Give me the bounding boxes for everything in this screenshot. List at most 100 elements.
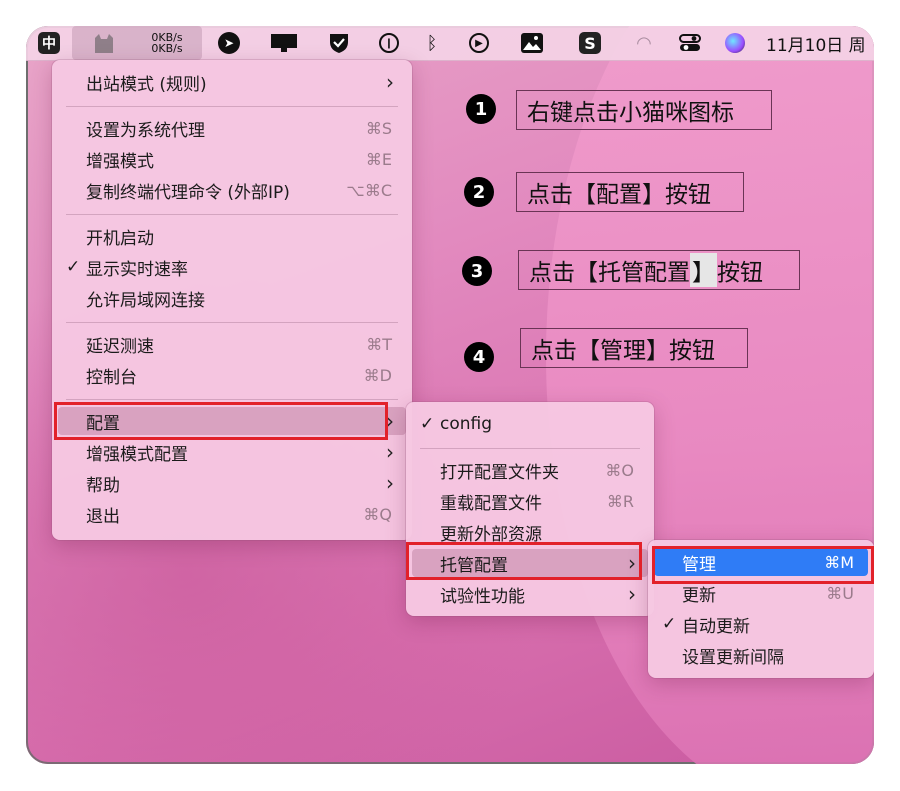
main-menu-separator [66,214,398,215]
main-menu-item[interactable]: 帮助 › [58,469,406,497]
main-menu-separator [66,399,398,400]
bluetooth-icon[interactable]: ᛒ [422,26,442,60]
input-method-label: 中 [38,32,60,54]
onepassword-icon[interactable]: ❙ [376,26,402,60]
main-menu-item[interactable]: 允许局域网连接 [58,284,406,312]
main-menu-item-label: 允许局域网连接 [86,290,205,311]
main-menu-item-label: 控制台 [86,367,137,388]
main-menu-item[interactable]: 增强模式 ⌘E [58,145,406,173]
main-menu-item[interactable]: 控制台 ⌘D [58,361,406,389]
config-menu-item[interactable]: 更新外部资源 [412,518,648,546]
checkmark-icon: ✓ [420,414,435,434]
main-menu-item-label: 延迟测速 [86,336,154,357]
step-3-text: 点击【托管配置 [529,260,690,286]
wifi-icon[interactable]: ◠ [630,26,658,60]
main-menu-item-label: 开机启动 [86,228,154,249]
shield-icon[interactable] [326,26,352,60]
config-menu-item[interactable]: 重载配置文件 ⌘R [412,487,648,515]
menu-bar: 中 0KB/s 0KB/s ➤ ❙ ᛒ ▶ S ◠ 11月10日 周 [26,26,874,61]
photos-icon[interactable] [518,26,546,60]
config-menu-item-label: 打开配置文件夹 [440,462,559,483]
main-menu-item[interactable]: 增强模式配置 › [58,438,406,466]
main-menu-item[interactable]: 出站模式 (规则) › [58,68,406,96]
menubar-clock[interactable]: 11月10日 周 [766,26,874,60]
main-menu-item[interactable]: 设置为系统代理 ⌘S [58,114,406,142]
main-menu-item-label: 帮助 [86,475,120,496]
step-2-callout: 点击【配置】按钮 [516,172,744,212]
config-menu-item-label: 重载配置文件 [440,493,542,514]
main-menu-item-label: 退出 [86,506,120,527]
keyboard-shortcut: ⌘T [366,334,392,354]
main-menu-separator [66,322,398,323]
config-menu-item-label: 托管配置 [440,555,508,576]
config-menu-separator [420,448,640,449]
siri-icon[interactable] [722,26,748,60]
step-1-callout: 右键点击小猫咪图标 [516,90,772,130]
network-speed: 0KB/s 0KB/s [151,32,182,54]
cat-icon [95,34,113,53]
checkmark-icon: ✓ [662,614,677,634]
config-menu-item[interactable]: 试验性功能 › [412,580,648,608]
s-app-icon[interactable]: S [576,26,604,60]
managed-menu-item-label: 设置更新间隔 [682,647,784,668]
managed-menu-item-label: 自动更新 [682,616,750,637]
control-center-icon[interactable] [676,26,704,60]
chevron-right-icon: › [386,409,394,433]
telegram-icon[interactable]: ➤ [216,26,242,60]
keyboard-shortcut: ⌘R [606,491,634,511]
config-menu-item-label: 更新外部资源 [440,524,542,545]
keyboard-shortcut: ⌘E [365,149,392,169]
main-menu-item[interactable]: 开机启动 [58,222,406,250]
step-3-highlight: 】 [690,253,717,287]
chevron-right-icon: › [386,471,394,495]
main-menu-item[interactable]: 退出 ⌘Q [58,500,406,528]
config-menu-item[interactable]: 托管配置 › [412,549,648,577]
config-menu-item-label: 试验性功能 [440,586,525,607]
clash-main-menu: 出站模式 (规则) › 设置为系统代理 ⌘S 增强模式 ⌘E 复制终端代理命令 (外部IP)… [52,60,412,540]
step-2-badge: 2 [464,177,494,207]
main-menu-item[interactable]: 复制终端代理命令 (外部IP) ⌥⌘C [58,176,406,204]
chevron-right-icon: › [386,440,394,464]
play-icon[interactable]: ▶ [466,26,492,60]
main-menu-item-label: 增强模式配置 [86,444,188,465]
desktop-screen: 中 0KB/s 0KB/s ➤ ❙ ᛒ ▶ S ◠ 11月10日 周 出站模式 … [26,26,874,764]
chevron-right-icon: › [386,70,394,94]
keyboard-shortcut: ⌘Q [363,504,392,524]
main-menu-item[interactable]: 配置 › [58,407,406,435]
keyboard-shortcut: ⌘O [605,460,634,480]
config-menu-item[interactable]: ✓ config [412,410,648,438]
managed-config-submenu: 管理 ⌘M 更新 ⌘U ✓ 自动更新设置更新间隔 [648,540,874,678]
managed-menu-item-label: 管理 [682,554,716,575]
managed-menu-item[interactable]: 更新 ⌘U [654,579,868,607]
config-submenu: ✓ config 打开配置文件夹 ⌘O 重载配置文件 ⌘R 更新外部资源 托管配置 › 试验性功能… [406,402,654,616]
monitor-icon [271,34,297,52]
main-menu-item-label: 复制终端代理命令 (外部IP) [86,182,290,203]
keyboard-shortcut: ⌘M [824,552,854,572]
config-menu-item-label: config [440,414,493,434]
keyboard-shortcut: ⌘D [363,365,392,385]
clash-menubar-icon[interactable]: 0KB/s 0KB/s [72,26,202,60]
managed-menu-item[interactable]: 设置更新间隔 [654,641,868,669]
keyboard-shortcut: ⌘U [826,583,854,603]
main-menu-item-label: 配置 [86,413,120,434]
display-icon[interactable] [269,26,299,60]
main-menu-item-label: 出站模式 (规则) [86,74,207,95]
chevron-right-icon: › [628,582,636,606]
step-4-badge: 4 [464,342,494,372]
step-1-badge: 1 [466,94,496,124]
chevron-right-icon: › [628,551,636,575]
step-3-badge: 3 [462,256,492,286]
checkmark-icon: ✓ [66,257,81,277]
managed-menu-item[interactable]: 管理 ⌘M [654,548,868,576]
main-menu-item[interactable]: 延迟测速 ⌘T [58,330,406,358]
config-menu-item[interactable]: 打开配置文件夹 ⌘O [412,456,648,484]
keyboard-shortcut: ⌥⌘C [346,180,392,200]
step-3-tail: 按钮 [717,260,763,286]
managed-menu-item[interactable]: ✓ 自动更新 [654,610,868,638]
keyboard-shortcut: ⌘S [365,118,392,138]
main-menu-item[interactable]: ✓ 显示实时速率 [58,253,406,281]
step-3-callout: 点击【托管配置】按钮 [518,250,800,290]
main-menu-item-label: 设置为系统代理 [86,120,205,141]
input-method-indicator[interactable]: 中 [36,26,62,60]
step-4-callout: 点击【管理】按钮 [520,328,748,368]
